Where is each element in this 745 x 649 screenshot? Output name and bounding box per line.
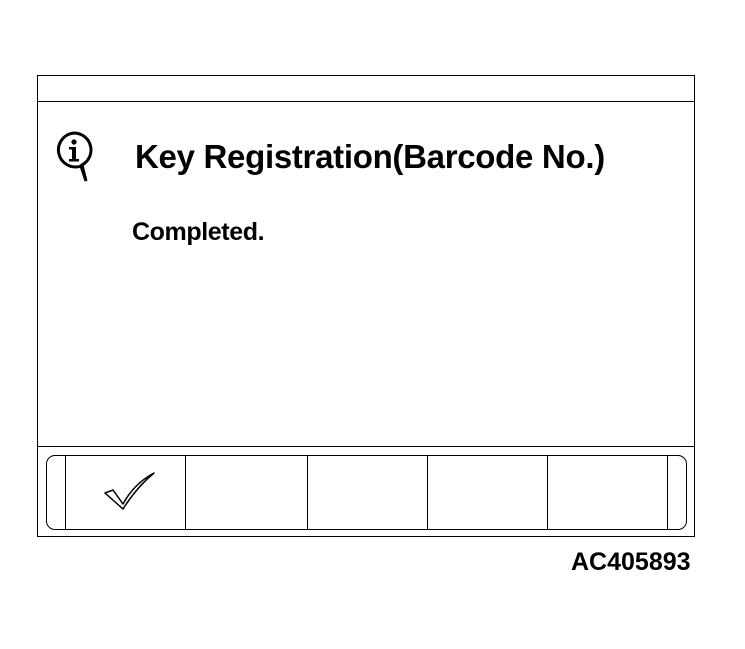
- softkey-5[interactable]: [547, 456, 667, 529]
- figure-code: AC405893: [571, 548, 691, 576]
- screen-frame: Key Registration(Barcode No.) Completed.: [37, 75, 695, 537]
- top-status-bar: [38, 76, 694, 102]
- softkey-2[interactable]: [185, 456, 307, 529]
- softkey-bar-right-edge: [667, 456, 668, 529]
- softkey-4[interactable]: [427, 456, 547, 529]
- softkey-bar: [46, 455, 687, 530]
- softkey-confirm-button[interactable]: [65, 456, 185, 529]
- checkmark-icon: [104, 472, 155, 510]
- footer-divider: [38, 446, 694, 447]
- softkey-3[interactable]: [307, 456, 427, 529]
- dialog-title: Key Registration(Barcode No.): [135, 138, 605, 175]
- dialog-message: Completed.: [132, 218, 265, 246]
- info-icon: [56, 131, 93, 182]
